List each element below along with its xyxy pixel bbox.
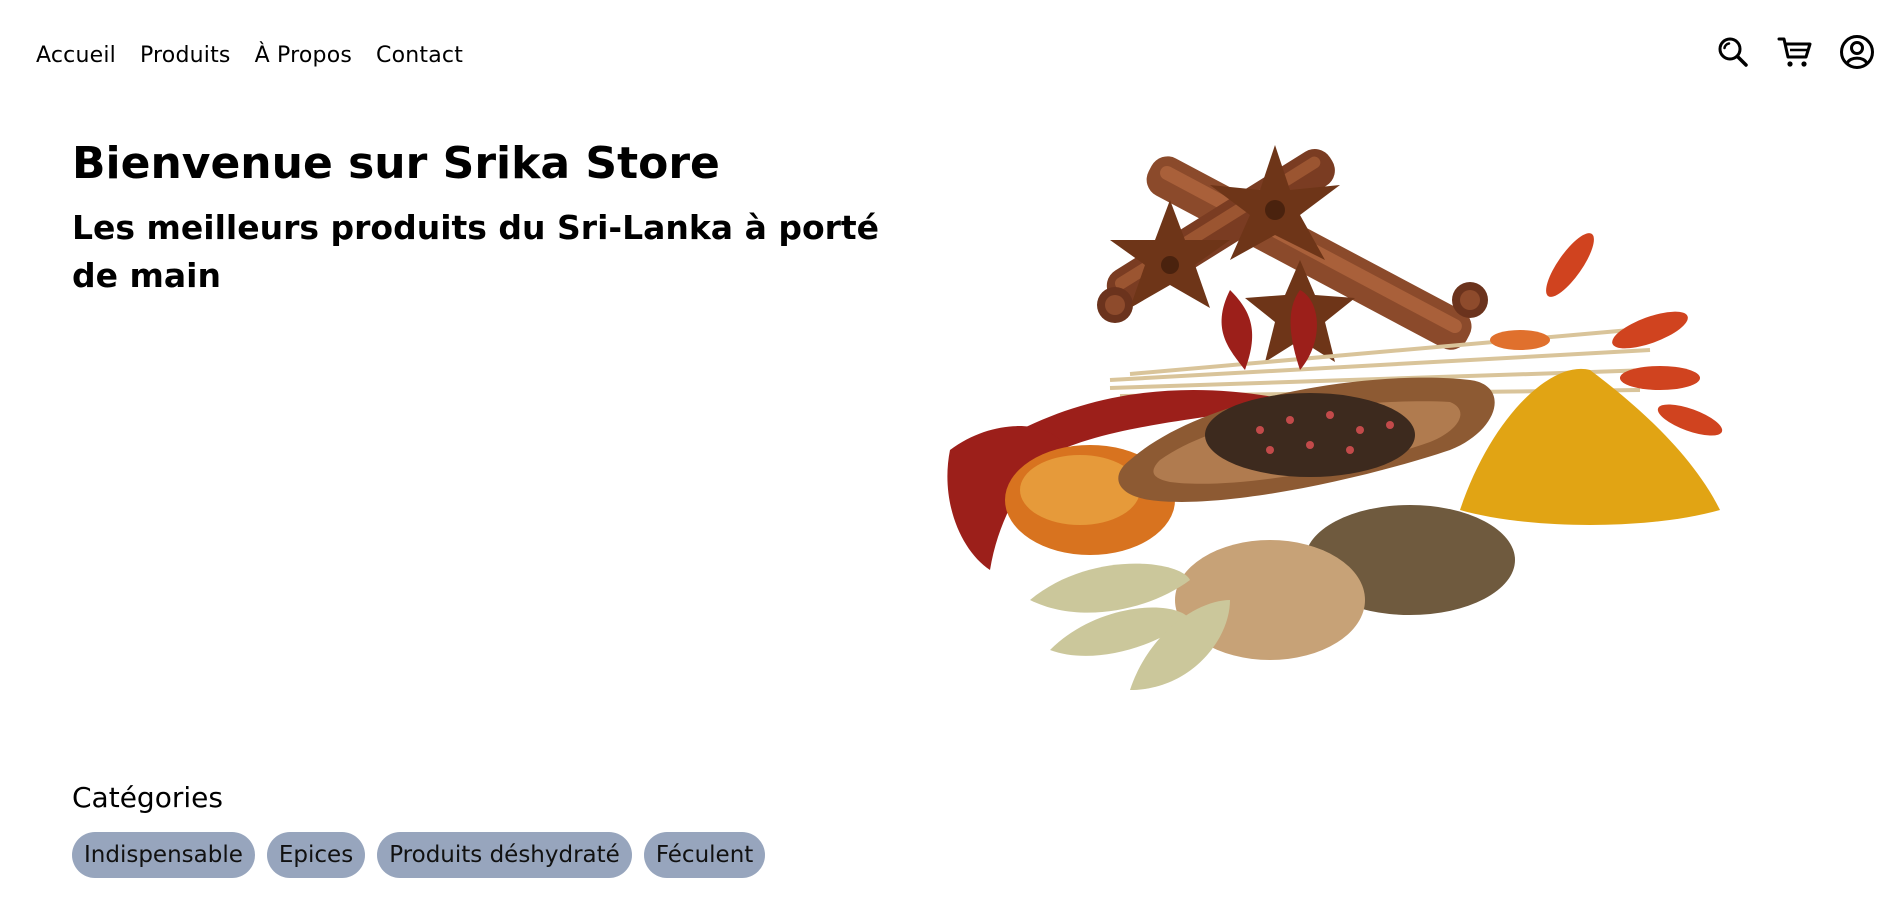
hero-title: Bienvenue sur Srika Store (72, 138, 720, 189)
nav-contact[interactable]: Contact (376, 40, 463, 72)
category-chip-produits-deshydrate[interactable]: Produits déshydraté (377, 832, 632, 878)
nav-produits[interactable]: Produits (140, 40, 231, 72)
category-chip-epices[interactable]: Epices (266, 832, 366, 878)
chilli-flakes-highlight (1020, 455, 1140, 525)
search-icon[interactable] (1714, 33, 1752, 71)
category-chips: Indispensable Epices Produits déshydraté… (72, 832, 766, 878)
nav-accueil[interactable]: Accueil (36, 40, 116, 72)
main-nav: Accueil Produits À Propos Contact (36, 40, 463, 72)
cart-icon[interactable] (1776, 33, 1814, 71)
spices-illustration (930, 130, 1830, 730)
header-actions (1714, 33, 1876, 71)
categories-title: Catégories (72, 781, 223, 814)
hero-subtitle: Les meilleurs produits du Sri-Lanka à po… (72, 208, 880, 295)
user-circle-icon[interactable] (1838, 33, 1876, 71)
category-chip-feculent[interactable]: Féculent (643, 832, 766, 878)
category-chip-indispensable[interactable]: Indispensable (72, 832, 255, 878)
nav-a-propos[interactable]: À Propos (255, 40, 352, 72)
